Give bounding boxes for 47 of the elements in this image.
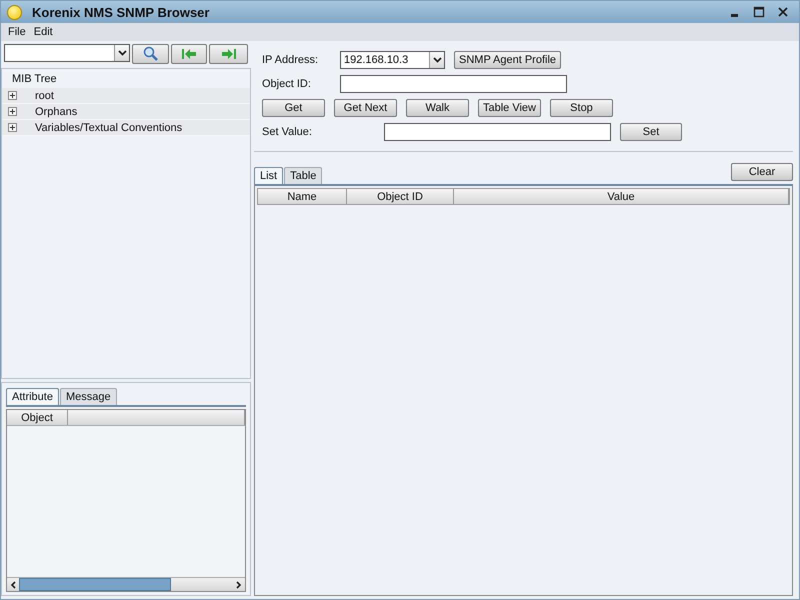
- window-title: Korenix NMS SNMP Browser: [32, 4, 210, 20]
- expand-icon[interactable]: [8, 123, 17, 132]
- horizontal-scrollbar[interactable]: [7, 577, 245, 591]
- next-button[interactable]: [209, 44, 248, 64]
- previous-button[interactable]: [170, 44, 208, 64]
- dropdown-icon[interactable]: [118, 50, 127, 56]
- close-icon[interactable]: [777, 6, 789, 18]
- action-button[interactable]: Walk: [406, 99, 469, 117]
- column-header[interactable]: Value: [454, 189, 789, 204]
- clear-button[interactable]: Clear: [731, 163, 793, 181]
- action-button[interactable]: Get: [262, 99, 325, 117]
- action-button[interactable]: Table View: [478, 99, 541, 117]
- dropdown-icon[interactable]: [432, 57, 442, 63]
- action-button[interactable]: Stop: [550, 99, 613, 117]
- scroll-thumb[interactable]: [19, 578, 171, 591]
- arrow-left-bar-icon: [180, 48, 198, 60]
- tree-node[interactable]: Variables/Textual Conventions: [2, 120, 250, 136]
- field-label: IP Address:: [262, 54, 320, 66]
- action-button[interactable]: Get Next: [334, 99, 397, 117]
- tab[interactable]: Attribute: [6, 388, 59, 405]
- search-icon: [142, 46, 160, 62]
- maximize-icon[interactable]: [753, 6, 765, 18]
- object-id-field[interactable]: [340, 75, 567, 93]
- search-button[interactable]: [132, 44, 169, 64]
- scroll-right-icon[interactable]: [236, 580, 242, 588]
- column-header[interactable]: Object ID: [347, 189, 454, 204]
- expand-icon[interactable]: [8, 91, 17, 100]
- tree-node[interactable]: Orphans: [2, 104, 250, 120]
- scroll-left-icon[interactable]: [10, 580, 16, 588]
- column-header[interactable]: Name: [258, 189, 347, 204]
- tree-root-label: MIB Tree: [11, 72, 58, 87]
- tree-node[interactable]: root: [2, 88, 250, 104]
- arrow-right-bar-icon: [220, 48, 238, 60]
- search-combo[interactable]: [4, 44, 130, 62]
- set-value-field[interactable]: [384, 123, 611, 141]
- set-button[interactable]: Set: [620, 123, 682, 141]
- expand-icon[interactable]: [8, 107, 17, 116]
- tab[interactable]: Message: [60, 388, 117, 405]
- tab[interactable]: Table: [284, 167, 322, 184]
- agent-profile-button[interactable]: SNMP Agent Profile: [454, 51, 562, 69]
- app-icon: [7, 4, 22, 20]
- menu-item[interactable]: File: [8, 26, 26, 38]
- field-label: Object ID:: [262, 78, 312, 90]
- field-label: Set Value:: [262, 126, 313, 138]
- ip-address-combo[interactable]: 192.168.10.3: [340, 51, 445, 69]
- menu-item[interactable]: Edit: [34, 26, 53, 38]
- tab[interactable]: List: [254, 167, 284, 184]
